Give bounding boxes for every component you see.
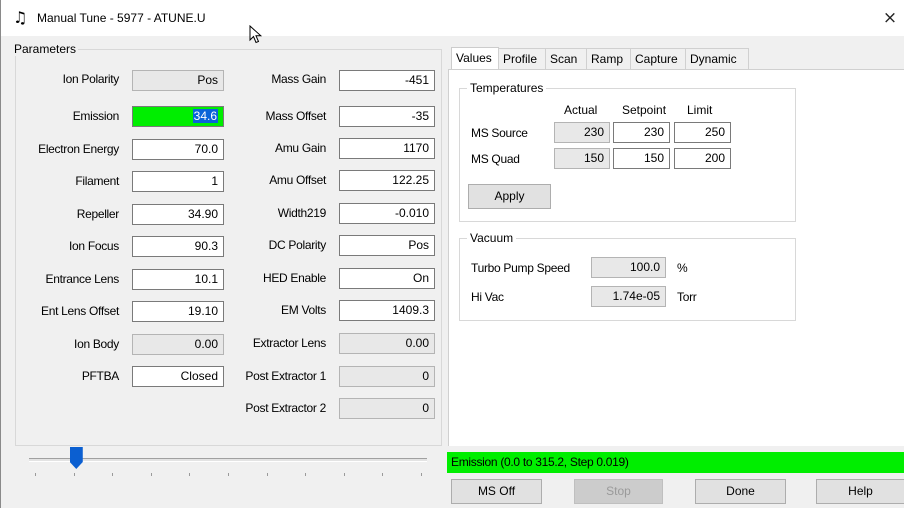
amu-offset-field[interactable]: 122.25	[339, 170, 435, 191]
dc-polarity-field[interactable]: Pos	[339, 235, 435, 256]
vacuum-group	[459, 238, 796, 321]
entrance-lens-label: Entrance Lens	[45, 272, 120, 286]
ion-focus-field[interactable]: 90.3	[132, 236, 224, 257]
emission-field[interactable]: 34.6	[132, 106, 224, 127]
width219-label: Width219	[277, 206, 327, 220]
slider-tick	[73, 473, 75, 476]
hi-vac-unit: Torr	[677, 290, 697, 304]
ion-focus-label: Ion Focus	[69, 239, 119, 253]
turbo-pump-speed-label: Turbo Pump Speed	[471, 261, 570, 275]
hi-vac-field: 1.74e-05	[591, 286, 666, 307]
hi-vac-label: Hi Vac	[471, 290, 504, 304]
title-bar: ♫ Manual Tune - 5977 - ATUNE.U ×	[1, 0, 904, 44]
repeller-label: Repeller	[76, 207, 120, 221]
mouse-cursor-icon	[249, 25, 263, 44]
post-extractor-1-label: Post Extractor 1	[245, 369, 326, 383]
width219-field[interactable]: -0.010	[339, 203, 435, 224]
slider-tick	[189, 473, 191, 476]
slider-tick	[228, 473, 229, 476]
ms-source-label: MS Source	[471, 126, 528, 140]
amu-gain-field[interactable]: 1170	[339, 138, 435, 159]
limit-column-header: Limit	[687, 103, 713, 117]
apply-button[interactable]: Apply	[468, 184, 551, 209]
turbo-unit: %	[677, 261, 688, 275]
filament-label: Filament	[75, 174, 119, 188]
actual-column-header: Actual	[564, 103, 598, 117]
emission-label: Emission	[72, 109, 120, 123]
slider-tick	[266, 473, 268, 476]
mass-gain-field[interactable]: -451	[339, 70, 435, 91]
em-volts-field[interactable]: 1409.3	[339, 300, 435, 321]
ms-source-setpoint[interactable]: 230	[613, 122, 670, 143]
tab-capture[interactable]: Capture	[630, 48, 686, 70]
electron-energy-label: Electron Energy	[38, 142, 119, 156]
vacuum-title: Vacuum	[467, 231, 517, 245]
manual-tune-window: ♫ Manual Tune - 5977 - ATUNE.U × Paramet…	[0, 0, 904, 508]
post-extractor-2-label: Post Extractor 2	[245, 401, 326, 415]
emission-slider-thumb[interactable]	[69, 447, 83, 469]
setpoint-column-header: Setpoint	[622, 103, 667, 117]
ion-polarity-label: Ion Polarity	[62, 72, 120, 86]
post-extractor-1-field: 0	[339, 366, 435, 387]
pftba-label: PFTBA	[81, 369, 119, 383]
emission-value: 34.6	[192, 109, 218, 123]
hed-enable-field[interactable]: On	[339, 268, 435, 289]
tab-dynamic[interactable]: Dynamic	[685, 48, 749, 70]
mass-offset-field[interactable]: -35	[339, 106, 435, 127]
slider-tick	[305, 473, 307, 476]
electron-energy-field[interactable]: 70.0	[132, 139, 224, 160]
tab-scan[interactable]: Scan	[545, 48, 587, 70]
ion-polarity-field: Pos	[132, 70, 224, 91]
ms-quad-label: MS Quad	[471, 152, 520, 166]
repeller-field[interactable]: 34.90	[132, 204, 224, 225]
ms-off-button[interactable]: MS Off	[451, 479, 542, 504]
em-volts-label: EM Volts	[281, 303, 326, 317]
close-button[interactable]: ×	[877, 6, 903, 30]
mass-offset-label: Mass Offset	[265, 109, 327, 123]
pftba-field[interactable]: Closed	[132, 366, 224, 387]
turbo-pump-speed-field: 100.0	[591, 257, 666, 278]
stop-button[interactable]: Stop	[574, 479, 663, 504]
slider-tick	[421, 473, 422, 476]
extractor-lens-label: Extractor Lens	[252, 336, 326, 350]
slider-tick	[382, 473, 384, 476]
ms-quad-limit[interactable]: 200	[674, 148, 731, 169]
ion-body-label: Ion Body	[74, 337, 119, 351]
ent-lens-offset-label: Ent Lens Offset	[41, 304, 119, 318]
amu-gain-label: Amu Gain	[275, 141, 326, 155]
temperatures-title: Temperatures	[467, 81, 547, 95]
help-button[interactable]: Help	[816, 479, 904, 504]
status-bar: Emission (0.0 to 315.2, Step 0.019)	[447, 452, 904, 473]
post-extractor-2-field: 0	[339, 398, 435, 419]
ms-quad-actual: 150	[554, 148, 610, 169]
ent-lens-offset-field[interactable]: 19.10	[132, 301, 224, 322]
mass-gain-label: Mass Gain	[271, 72, 326, 86]
ms-source-limit[interactable]: 250	[674, 122, 731, 143]
tab-profile[interactable]: Profile	[498, 48, 546, 70]
slider-tick	[112, 473, 114, 476]
tab-ramp[interactable]: Ramp	[586, 48, 631, 70]
parameters-title: Parameters	[12, 42, 79, 56]
done-button[interactable]: Done	[695, 479, 786, 504]
slider-tick	[35, 473, 36, 476]
filament-field[interactable]: 1	[132, 171, 224, 192]
amu-offset-label: Amu Offset	[269, 173, 326, 187]
tab-values[interactable]: Values	[451, 47, 499, 70]
window-title: Manual Tune - 5977 - ATUNE.U	[37, 11, 206, 25]
entrance-lens-field[interactable]: 10.1	[132, 269, 224, 290]
hed-enable-label: HED Enable	[262, 271, 326, 285]
ion-body-field: 0.00	[132, 334, 224, 355]
emission-slider-track[interactable]	[29, 458, 427, 462]
ms-source-actual: 230	[554, 122, 610, 143]
slider-tick	[343, 473, 345, 476]
ms-quad-setpoint[interactable]: 150	[613, 148, 670, 169]
extractor-lens-field: 0.00	[339, 333, 435, 354]
slider-tick	[150, 473, 152, 476]
dc-polarity-label: DC Polarity	[268, 238, 327, 252]
music-note-icon: ♫	[13, 8, 28, 27]
